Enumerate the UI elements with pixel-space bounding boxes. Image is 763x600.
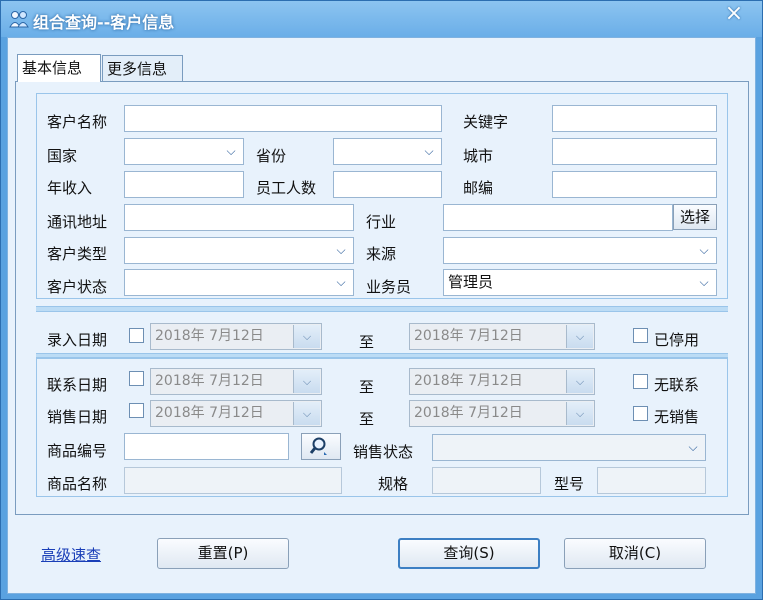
entry-date-to[interactable]: 2018年 7月12日 ⌵: [409, 323, 595, 350]
calendar-dropdown-icon[interactable]: ⌵: [566, 325, 593, 348]
chevron-down-icon: ⌵: [688, 440, 698, 454]
product-code-label: 商品编号: [47, 442, 108, 460]
tab-more-info[interactable]: 更多信息: [102, 55, 183, 81]
window-title: 组合查询--客户信息: [33, 13, 175, 32]
customer-status-select[interactable]: ⌵: [124, 269, 354, 296]
calendar-dropdown-icon[interactable]: ⌵: [566, 370, 593, 393]
calendar-dropdown-icon[interactable]: ⌵: [293, 370, 320, 393]
entry-date-checkbox[interactable]: [129, 328, 144, 343]
model-input[interactable]: [597, 467, 706, 494]
customer-name-label: 客户名称: [47, 113, 108, 131]
contact-date-checkbox[interactable]: [129, 371, 144, 386]
dialog-window: 组合查询--客户信息 × 基本信息 更多信息 客户名称 关键字 国家 ⌵ 省份 …: [0, 0, 763, 600]
spec-label: 规格: [378, 475, 409, 493]
entry-date-from[interactable]: 2018年 7月12日 ⌵: [150, 323, 322, 350]
employee-count-label: 员工人数: [256, 179, 317, 197]
app-icon: [9, 11, 29, 28]
contact-date-from-value: 2018年 7月12日: [155, 373, 264, 389]
industry-label: 行业: [366, 213, 397, 231]
contact-date-from[interactable]: 2018年 7月12日 ⌵: [150, 368, 322, 395]
source-label: 来源: [366, 245, 397, 263]
no-sales-label: 无销售: [654, 408, 700, 426]
calendar-dropdown-icon[interactable]: ⌵: [293, 402, 320, 425]
spec-input[interactable]: [432, 467, 541, 494]
country-select[interactable]: ⌵: [124, 138, 244, 165]
cancel-button[interactable]: 取消(C): [564, 538, 706, 569]
no-contact-checkbox[interactable]: [633, 374, 648, 389]
contact-date-to[interactable]: 2018年 7月12日 ⌵: [409, 368, 595, 395]
chevron-down-icon: ⌵: [424, 144, 434, 158]
chevron-down-icon: ⌵: [226, 144, 236, 158]
province-label: 省份: [256, 147, 287, 165]
entry-to-label: 至: [359, 333, 375, 351]
chevron-down-icon: ⌵: [699, 243, 709, 257]
keyword-label: 关键字: [463, 113, 509, 131]
contact-date-label: 联系日期: [47, 376, 108, 394]
source-select[interactable]: ⌵: [443, 237, 717, 264]
entry-date-from-value: 2018年 7月12日: [155, 328, 264, 344]
sales-date-label: 销售日期: [47, 408, 108, 426]
no-contact-label: 无联系: [654, 376, 700, 394]
address-input[interactable]: [124, 204, 354, 231]
product-search-button[interactable]: [301, 433, 341, 460]
product-name-label: 商品名称: [47, 475, 108, 493]
salesperson-value: 管理员: [448, 273, 494, 291]
annual-income-input[interactable]: [124, 171, 244, 198]
separator-1: [36, 306, 728, 312]
chevron-down-icon: ⌵: [336, 275, 346, 289]
annual-income-label: 年收入: [47, 179, 93, 197]
model-label: 型号: [554, 475, 585, 493]
customer-name-input[interactable]: [124, 105, 442, 132]
sales-date-checkbox[interactable]: [129, 403, 144, 418]
city-label: 城市: [463, 147, 494, 165]
keyword-input[interactable]: [552, 105, 717, 132]
customer-status-label: 客户状态: [47, 278, 108, 296]
calendar-dropdown-icon[interactable]: ⌵: [566, 402, 593, 425]
city-input[interactable]: [552, 138, 717, 165]
calendar-dropdown-icon[interactable]: ⌵: [293, 325, 320, 348]
disabled-label: 已停用: [654, 331, 700, 349]
entry-date-to-value: 2018年 7月12日: [414, 328, 523, 344]
product-code-input[interactable]: [124, 433, 289, 460]
customer-type-label: 客户类型: [47, 245, 108, 263]
salesperson-select[interactable]: 管理员 ⌵: [443, 269, 717, 296]
tab-basic-info[interactable]: 基本信息: [17, 54, 101, 82]
product-name-input[interactable]: [124, 467, 342, 494]
province-select[interactable]: ⌵: [333, 138, 442, 165]
postcode-input[interactable]: [552, 171, 717, 198]
sales-status-label: 销售状态: [353, 443, 414, 461]
sales-to-label: 至: [359, 410, 375, 428]
no-sales-checkbox[interactable]: [633, 406, 648, 421]
industry-select-button[interactable]: 选择: [673, 204, 717, 230]
country-label: 国家: [47, 147, 78, 165]
advanced-search-link[interactable]: 高级速查: [41, 544, 101, 565]
customer-type-select[interactable]: ⌵: [124, 237, 354, 264]
postcode-label: 邮编: [463, 179, 494, 197]
address-label: 通讯地址: [47, 213, 108, 231]
sales-status-select[interactable]: ⌵: [432, 434, 706, 461]
title-bar[interactable]: 组合查询--客户信息 ×: [1, 1, 762, 37]
disabled-checkbox[interactable]: [633, 328, 648, 343]
reset-button[interactable]: 重置(P): [157, 538, 289, 569]
close-button[interactable]: ×: [720, 3, 748, 27]
contact-date-to-value: 2018年 7月12日: [414, 373, 523, 389]
entry-date-label: 录入日期: [47, 331, 108, 349]
contact-to-label: 至: [359, 378, 375, 396]
chevron-down-icon: ⌵: [336, 243, 346, 257]
magnifier-icon: [309, 437, 327, 455]
sales-date-to-value: 2018年 7月12日: [414, 405, 523, 421]
sales-date-from-value: 2018年 7月12日: [155, 405, 264, 421]
chevron-down-icon: ⌵: [699, 275, 709, 289]
sales-date-from[interactable]: 2018年 7月12日 ⌵: [150, 400, 322, 427]
industry-input[interactable]: [443, 204, 673, 231]
sales-date-to[interactable]: 2018年 7月12日 ⌵: [409, 400, 595, 427]
query-button[interactable]: 查询(S): [398, 538, 540, 569]
employee-count-input[interactable]: [333, 171, 442, 198]
salesperson-label: 业务员: [366, 278, 412, 296]
